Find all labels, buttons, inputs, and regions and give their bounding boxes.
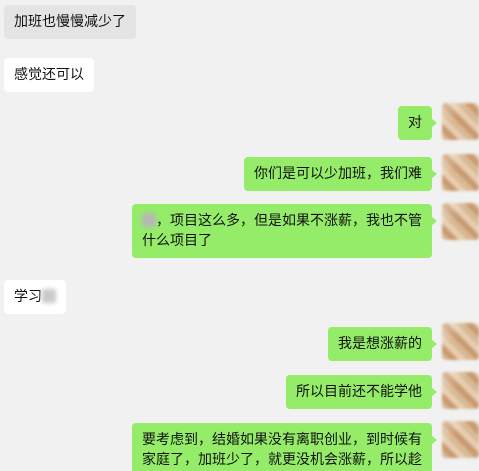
avatar[interactable] [442,203,479,240]
message-bubble-outgoing[interactable]: 要考虑到，结婚如果没有离职创业，到时候有 家庭了，加班少了，就更没机会涨薪，所以… [132,423,437,471]
message-text: 感觉还可以 [14,67,84,83]
avatar[interactable] [442,372,479,409]
message-bubble-outgoing[interactable]: ，项目这么多，但是如果不涨薪，我也不管 什么项目了 [132,204,437,258]
message-text: 所以目前还不能学他 [296,384,422,400]
message-bubble-outgoing[interactable]: 你们是可以少加班，我们难 [244,157,437,191]
message-text-line: 什么项目了 [142,233,212,249]
message-text-line: 家庭了，加班少了，就更没机会涨薪，所以趁 [142,452,422,468]
message-text: 学习 [14,289,42,305]
message-bubble-outgoing[interactable]: 对 [398,106,437,140]
avatar[interactable] [442,421,479,458]
message-text: 对 [408,115,422,131]
message-text: 我是想涨薪的 [338,336,422,352]
message-bubble-incoming[interactable]: 感觉还可以 [4,58,94,92]
message-text: 加班也慢慢减少了 [14,14,126,30]
message-text-line: 要考虑到，结婚如果没有离职创业，到时候有 [142,432,422,448]
avatar[interactable] [442,103,479,140]
message-text-line: ，项目这么多，但是如果不涨薪，我也不管 [142,211,422,231]
blurred-text [42,289,56,303]
message-bubble-incoming[interactable]: 学习 [4,280,66,314]
blurred-text [142,213,156,227]
avatar[interactable] [442,154,479,191]
message-bubble-outgoing[interactable]: 所以目前还不能学他 [286,375,437,409]
message-bubble-outgoing[interactable]: 我是想涨薪的 [328,327,437,361]
message-text: 你们是可以少加班，我们难 [254,166,422,182]
avatar[interactable] [442,323,479,360]
message-bubble-incoming[interactable]: 加班也慢慢减少了 [4,5,136,39]
